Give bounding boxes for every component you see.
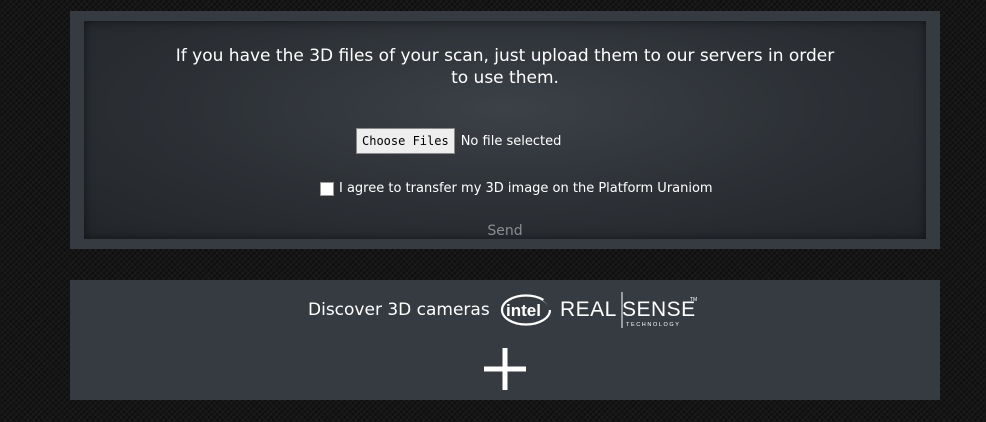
agree-checkbox[interactable] <box>320 181 334 196</box>
discover-row: Discover 3D cameras intel REAL SENSE TM … <box>308 292 700 328</box>
svg-text:intel: intel <box>506 301 541 320</box>
upload-panel: If you have the 3D files of your scan, j… <box>70 11 940 249</box>
plus-icon[interactable] <box>484 348 526 390</box>
realsense-logo-graphic: REAL SENSE TM TECHNOLOGY <box>560 292 697 328</box>
agree-row[interactable]: I agree to transfer my 3D image on the P… <box>320 181 713 196</box>
intel-logo[interactable]: intel <box>500 293 552 327</box>
file-input[interactable]: Choose Files No file selected <box>356 128 561 154</box>
send-button[interactable]: Send <box>84 223 926 239</box>
agree-label[interactable]: I agree to transfer my 3D image on the P… <box>339 181 713 196</box>
svg-text:REAL: REAL <box>560 298 617 321</box>
realsense-logo[interactable]: REAL SENSE TM TECHNOLOGY <box>560 290 700 330</box>
camera-panel: Discover 3D cameras intel REAL SENSE TM … <box>70 280 940 400</box>
upload-inner: If you have the 3D files of your scan, j… <box>84 21 926 239</box>
svg-text:TM: TM <box>690 297 697 303</box>
intel-logo-graphic: intel <box>500 294 552 326</box>
file-status-text: No file selected <box>460 133 562 149</box>
svg-text:SENSE: SENSE <box>622 298 696 321</box>
discover-text: Discover 3D cameras <box>308 300 490 320</box>
upload-intro-text: If you have the 3D files of your scan, j… <box>175 46 835 88</box>
choose-files-button[interactable]: Choose Files <box>356 128 455 154</box>
svg-text:TECHNOLOGY: TECHNOLOGY <box>626 322 681 328</box>
